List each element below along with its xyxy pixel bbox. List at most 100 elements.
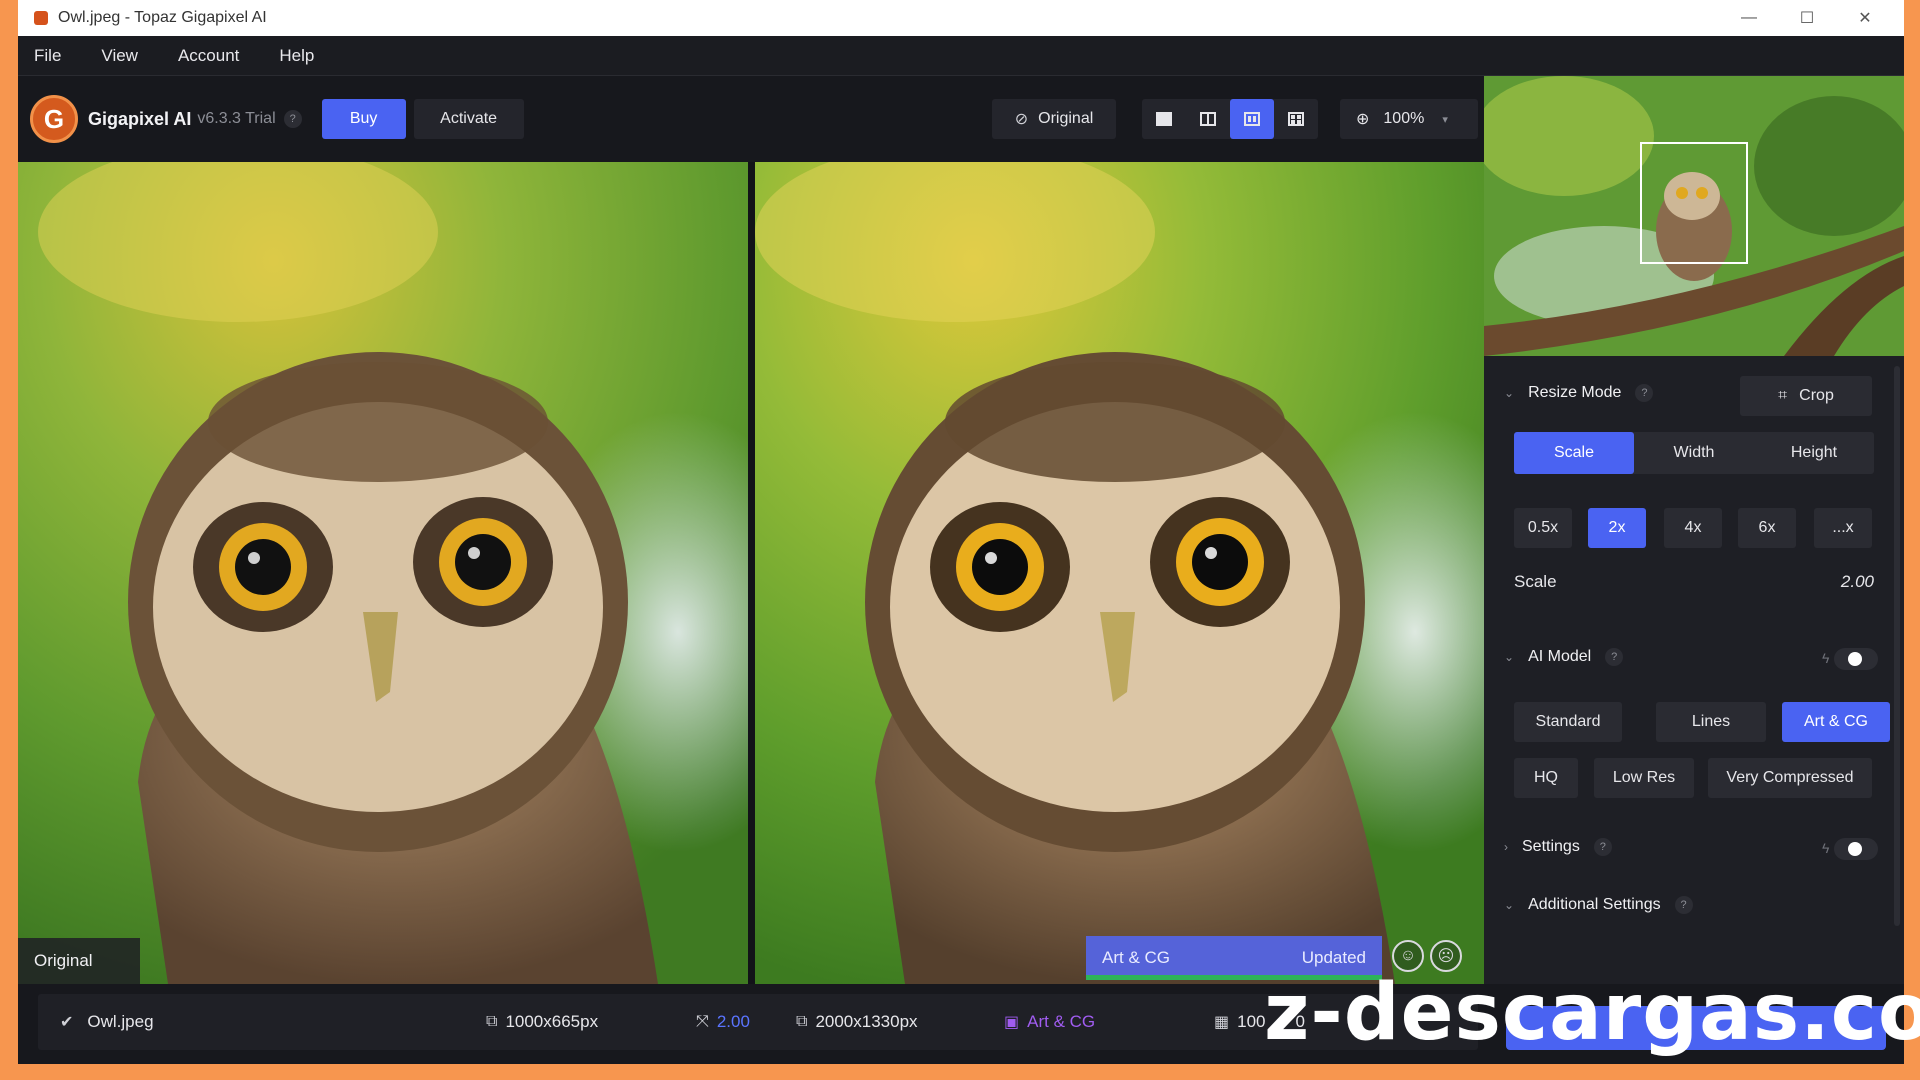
maximize-button[interactable]: ☐: [1778, 0, 1836, 36]
zoom-icon: ⊕: [1356, 111, 1370, 128]
menu-account[interactable]: Account: [178, 46, 239, 66]
comparison-view-icon: [1288, 112, 1304, 126]
navigator-viewport-rect[interactable]: [1640, 142, 1748, 264]
export-size-icon: ⧉: [796, 1013, 808, 1030]
chevron-down-icon: ⌄: [1504, 898, 1515, 912]
scale-2x-button[interactable]: 2x: [1588, 508, 1646, 548]
model-indicator: ▣ Art & CG: [1004, 1012, 1095, 1032]
model-standard-button[interactable]: Standard: [1514, 702, 1622, 742]
navigator-thumbnail[interactable]: [1484, 76, 1904, 356]
zoom-dropdown[interactable]: ⊕ 100% ▾: [1340, 99, 1478, 139]
side-by-side-icon: [1244, 112, 1260, 126]
scale-6x-button[interactable]: 6x: [1738, 508, 1796, 548]
model-status-text: Updated: [1301, 948, 1366, 967]
original-toggle-button[interactable]: ⊘ Original: [992, 99, 1116, 139]
settings-header[interactable]: › Settings ?: [1504, 838, 1612, 856]
input-size: ⧉ 1000x665px: [486, 1012, 598, 1032]
scale-indicator: ⤧ 2.00: [696, 1012, 750, 1032]
top-toolbar: G Gigapixel AI v6.3.3 Trial ? Buy Activa…: [18, 76, 1484, 162]
chevron-right-icon: ›: [1504, 840, 1508, 854]
title-bar: Owl.jpeg - Topaz Gigapixel AI — ☐ ✕: [18, 0, 1904, 36]
bolt-icon: ϟ: [1822, 840, 1830, 856]
file-item: ✔ Owl.jpeg: [60, 1012, 154, 1032]
crop-label: Crop: [1799, 387, 1834, 404]
menu-file[interactable]: File: [34, 46, 61, 66]
window-title: Owl.jpeg - Topaz Gigapixel AI: [58, 9, 267, 26]
original-image-pane[interactable]: Original: [18, 162, 748, 984]
close-button[interactable]: ✕: [1836, 0, 1894, 36]
help-icon[interactable]: ?: [283, 110, 302, 128]
ai-model-toggle[interactable]: [1834, 648, 1878, 670]
scale-custom-button[interactable]: ...x: [1814, 508, 1872, 548]
owl-original-image: [18, 162, 748, 984]
resize-mode-header[interactable]: ⌄ Resize Mode ?: [1504, 384, 1654, 402]
split-view-icon: [1200, 112, 1216, 126]
additional-settings-label: Additional Settings: [1528, 896, 1661, 913]
view-side-by-side-button[interactable]: [1230, 99, 1274, 139]
resize-mode-label: Resize Mode: [1528, 384, 1622, 401]
mode-height-button[interactable]: Height: [1754, 432, 1874, 474]
help-icon[interactable]: ?: [1605, 648, 1624, 666]
zoom-value: 100%: [1383, 110, 1425, 127]
grid-icon: ▦: [1214, 1014, 1230, 1031]
original-overlay-label: Original: [18, 938, 140, 984]
view-split-button[interactable]: [1186, 99, 1230, 139]
scale-label: Scale: [1514, 572, 1557, 591]
scale-row: Scale 2.00: [1514, 572, 1874, 592]
expand-icon: ⤧: [696, 1013, 709, 1030]
bolt-icon: ϟ: [1822, 650, 1830, 666]
app-window: Owl.jpeg - Topaz Gigapixel AI — ☐ ✕ File…: [18, 0, 1904, 1064]
model-lines-button[interactable]: Lines: [1656, 702, 1766, 742]
model-indicator-value: Art & CG: [1027, 1012, 1096, 1031]
buy-button[interactable]: Buy: [321, 99, 406, 139]
mode-width-button[interactable]: Width: [1634, 432, 1754, 474]
panel-scrollbar[interactable]: [1894, 366, 1900, 926]
settings-label: Settings: [1522, 838, 1580, 855]
help-icon[interactable]: ?: [1674, 896, 1693, 914]
chevron-down-icon: ⌄: [1504, 386, 1515, 400]
single-view-icon: [1156, 112, 1172, 126]
menu-view[interactable]: View: [101, 46, 138, 66]
ai-model-header[interactable]: ⌄ AI Model ?: [1504, 648, 1624, 666]
crop-icon: ⌗: [1778, 387, 1788, 404]
preview-image-pane[interactable]: [755, 162, 1484, 984]
model-low-res-button[interactable]: Low Res: [1594, 758, 1694, 798]
help-icon[interactable]: ?: [1593, 838, 1612, 856]
app-version: v6.3.3 Trial: [197, 110, 276, 127]
original-label: Original: [1038, 110, 1094, 127]
scale-value[interactable]: 2.00: [1841, 572, 1874, 592]
gigapixel-logo-icon: G: [30, 95, 78, 143]
settings-toggle[interactable]: [1834, 838, 1878, 860]
additional-settings-header[interactable]: ⌄ Additional Settings ?: [1504, 896, 1693, 914]
eye-off-icon: ⊘: [1014, 111, 1029, 128]
chevron-down-icon: ⌄: [1504, 650, 1515, 664]
view-single-button[interactable]: [1142, 99, 1186, 139]
file-name: Owl.jpeg: [87, 1012, 154, 1031]
output-size: ⧉ 2000x1330px: [796, 1012, 918, 1032]
view-comparison-button[interactable]: [1274, 99, 1318, 139]
menu-bar: File View Account Help: [18, 36, 1904, 76]
crop-button[interactable]: ⌗ Crop: [1740, 376, 1872, 416]
input-size-value: 1000x665px: [505, 1012, 599, 1031]
view-mode-group: [1142, 99, 1318, 139]
mode-scale-button[interactable]: Scale: [1514, 432, 1634, 474]
minimize-button[interactable]: —: [1720, 0, 1778, 36]
model-hq-button[interactable]: HQ: [1514, 758, 1578, 798]
checkmark-icon: ✔: [60, 1014, 74, 1031]
menu-help[interactable]: Help: [279, 46, 314, 66]
image-size-icon: ⧉: [486, 1013, 498, 1030]
model-art-cg-button[interactable]: Art & CG: [1782, 702, 1890, 742]
scale-0-5x-button[interactable]: 0.5x: [1514, 508, 1572, 548]
activate-button[interactable]: Activate: [413, 99, 524, 139]
owl-enhanced-image: [755, 162, 1484, 984]
image-icon: ▣: [1004, 1014, 1020, 1031]
help-icon[interactable]: ?: [1635, 384, 1654, 402]
app-name: Gigapixel AI: [88, 108, 192, 129]
scale-4x-button[interactable]: 4x: [1664, 508, 1722, 548]
pane-divider[interactable]: [748, 162, 755, 984]
window-controls: — ☐ ✕: [1720, 0, 1894, 36]
file-row[interactable]: ✔ Owl.jpeg ⧉ 1000x665px ⤧ 2.00 ⧉ 2000x13…: [38, 994, 1478, 1050]
watermark-text: z-descargas.com: [1264, 968, 1920, 1058]
model-very-compressed-button[interactable]: Very Compressed: [1708, 758, 1872, 798]
ai-model-label: AI Model: [1528, 648, 1592, 665]
